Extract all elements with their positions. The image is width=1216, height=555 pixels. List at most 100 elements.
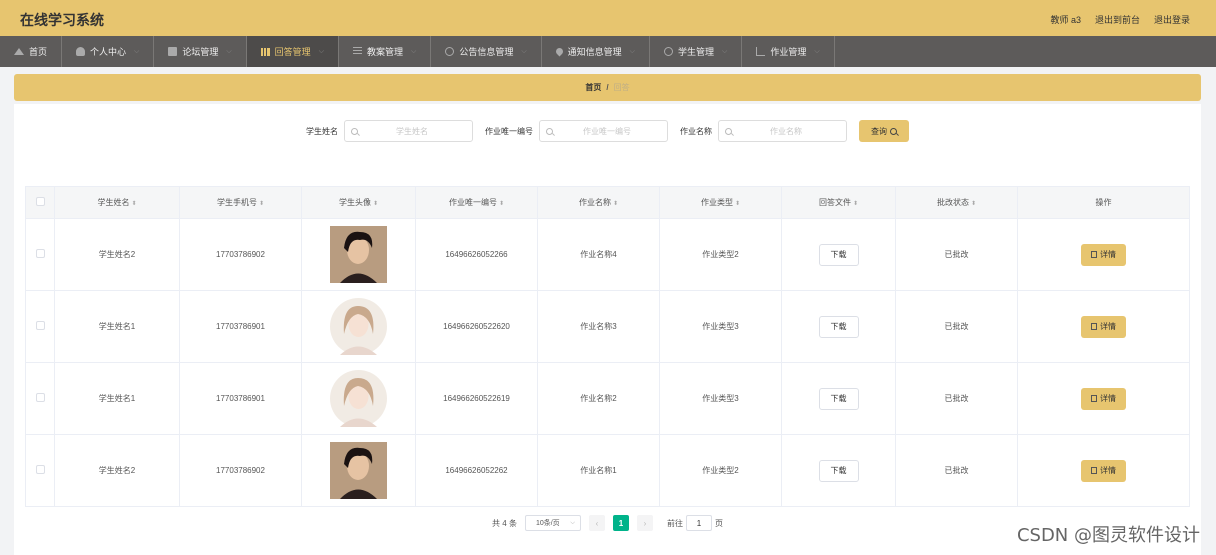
front-page-link[interactable]: 退出到前台 [1095,13,1140,26]
globe-icon [663,47,673,56]
nav-label: 首页 [29,47,48,57]
cell-answer-file: 下载 [781,290,896,363]
page-suffix: 页 [714,518,723,528]
col-homework-id[interactable]: 作业唯一编号 ⬍ [415,186,538,219]
cell-homework-id: 16496626052262 [415,434,538,507]
row-checkbox[interactable] [35,249,45,258]
avatar [330,370,387,427]
cell-actions: 详情 [1017,290,1190,363]
homework-id-input[interactable] [557,126,657,136]
page-size-select[interactable]: 10条/页 ⌵ [524,515,581,531]
cell-answer-file: 下载 [781,362,896,435]
select-all-cell [25,186,55,219]
document-icon [1091,467,1097,474]
detail-button[interactable]: 详情 [1081,387,1126,410]
nav-label: 教案管理 [367,47,404,57]
detail-label: 详情 [1100,250,1116,259]
cell-actions: 详情 [1017,218,1190,291]
main-panel: 学生姓名 作业唯一编号 作业名称 查询 学生姓名⬍ 学生手机号⬍ 学生头像⬍ [14,104,1201,555]
row-checkbox[interactable] [35,465,45,474]
col-student-phone[interactable]: 学生手机号 ⬍ [179,186,302,219]
nav-item-notifications[interactable]: 通知信息管理 ⌵ [542,36,650,67]
nav-item-home[interactable]: 首页 [0,36,63,67]
col-review-status[interactable]: 批改状态 ⬍ [895,186,1018,219]
cell-answer-file: 下载 [781,218,896,291]
top-right-links: 教师 a3 退出到前台 退出登录 [1050,13,1190,26]
cell-homework-type: 作业类型3 [659,362,782,435]
nav-item-announcements[interactable]: 公告信息管理 ⌵ [431,36,542,67]
current-user: 教师 a3 [1050,15,1081,25]
cell-student-phone: 17703786901 [179,362,302,435]
breadcrumb: 首页 / 回答 [14,74,1201,101]
col-student-name[interactable]: 学生姓名 ⬍ [54,186,180,219]
prev-page-button[interactable]: ‹ [588,515,605,531]
table-header-row: 学生姓名 ⬍ 学生手机号 ⬍ 学生头像 ⬍ 作业唯一编号 ⬍ 作业名称 ⬍ 作业类型 ⬍ 回… [25,186,1190,219]
nav-item-students[interactable]: 学生管理 ⌵ [650,36,743,67]
download-button[interactable]: 下载 [818,243,859,266]
column-label: 作业名称 [578,198,611,207]
answers-table: 学生姓名 ⬍ 学生手机号 ⬍ 学生头像 ⬍ 作业唯一编号 ⬍ 作业名称 ⬍ 作业类型 ⬍ 回… [25,186,1190,507]
next-page-button[interactable]: › [636,515,653,531]
cell-student-name: 学生姓名2 [54,434,180,507]
chevron-down-icon: ⌵ [411,47,417,55]
cell-student-phone: 17703786902 [179,218,302,291]
main-nav: 首页 个人中心 ⌵ 论坛管理 ⌵ 回答管理 ⌵ 教案管理 ⌵ 公告信息管理 ⌵ … [0,36,1216,67]
select-all-checkbox[interactable] [35,197,45,206]
student-name-field[interactable] [344,120,473,142]
chevron-down-icon: ⌵ [570,519,575,526]
breadcrumb-current: 回答 [613,83,630,92]
column-label: 学生手机号 [216,198,257,207]
col-student-avatar[interactable]: 学生头像 ⬍ [301,186,416,219]
column-label: 作业类型 [700,198,733,207]
detail-label: 详情 [1100,322,1116,331]
cell-actions: 详情 [1017,362,1190,435]
nav-item-lesson-plans[interactable]: 教案管理 ⌵ [339,36,432,67]
nav-item-forum[interactable]: 论坛管理 ⌵ [154,36,247,67]
table-row: 学生姓名2 17703786902 16496626052266 作业名称4 作… [25,218,1190,291]
query-button[interactable]: 查询 [859,120,909,142]
detail-button[interactable]: 详情 [1081,243,1126,266]
detail-button[interactable]: 详情 [1081,315,1126,338]
download-button[interactable]: 下载 [818,315,859,338]
search-icon [351,127,358,135]
download-button[interactable]: 下载 [818,387,859,410]
chevron-down-icon: ⌵ [722,47,728,55]
nav-item-personal-center[interactable]: 个人中心 ⌵ [62,36,155,67]
sort-icon: ⬍ [372,201,379,207]
nav-label: 通知信息管理 [567,47,622,57]
detail-button[interactable]: 详情 [1081,459,1126,482]
col-actions: 操作 [1017,186,1190,219]
homework-id-field[interactable] [539,120,668,142]
column-label: 回答文件 [818,198,851,207]
chevron-down-icon: ⌵ [629,47,635,55]
cell-homework-id: 164966260522620 [415,290,538,363]
row-select-cell [25,218,55,291]
cell-review-status: 已批改 [895,434,1018,507]
cell-review-status: 已批改 [895,290,1018,363]
forum-icon [168,47,178,56]
col-homework-name[interactable]: 作业名称 ⬍ [537,186,660,219]
col-homework-type[interactable]: 作业类型 ⬍ [659,186,782,219]
row-checkbox[interactable] [35,393,45,402]
nav-item-homework[interactable]: 作业管理 ⌵ [742,36,835,67]
cell-homework-type: 作业类型3 [659,290,782,363]
student-name-input[interactable] [362,126,462,136]
top-header: 在线学习系统 教师 a3 退出到前台 退出登录 [0,0,1216,36]
homework-name-field[interactable] [718,120,847,142]
sort-icon: ⬍ [498,201,505,207]
search-form: 学生姓名 作业唯一编号 作业名称 查询 [14,120,1201,142]
sort-icon: ⬍ [258,201,265,207]
cell-student-name: 学生姓名2 [54,218,180,291]
breadcrumb-home[interactable]: 首页 [585,82,601,93]
row-checkbox[interactable] [35,321,45,330]
goto-label: 前往 [666,518,683,528]
col-answer-file[interactable]: 回答文件 ⬍ [781,186,896,219]
homework-name-input[interactable] [736,126,836,136]
goto-page-input[interactable] [685,515,712,531]
homework-id-label: 作业唯一编号 [485,126,533,136]
download-button[interactable]: 下载 [818,459,859,482]
nav-item-answers[interactable]: 回答管理 ⌵ [246,36,339,67]
logout-link[interactable]: 退出登录 [1154,13,1190,26]
column-label: 作业唯一编号 [448,198,497,207]
page-number-button[interactable]: 1 [612,515,629,531]
